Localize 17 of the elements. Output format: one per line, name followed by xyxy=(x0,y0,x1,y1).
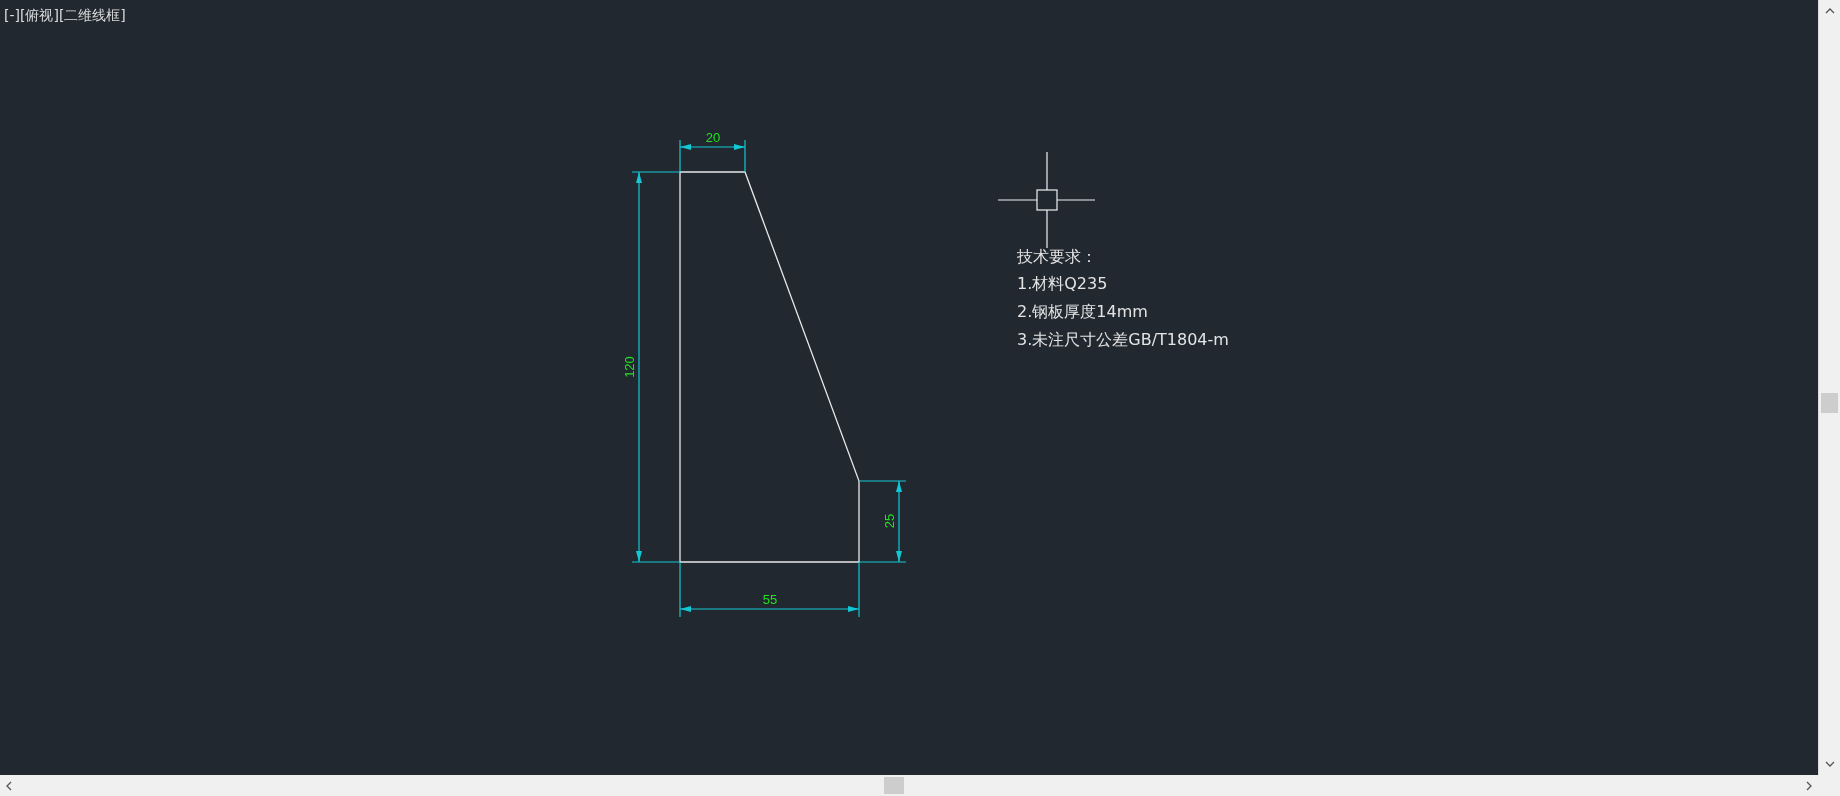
crosshair-cursor-icon xyxy=(997,151,1096,249)
dimension-text: 20 xyxy=(705,130,721,145)
scrollbar-thumb[interactable] xyxy=(1821,392,1838,413)
scrollbar-thumb[interactable] xyxy=(884,777,904,794)
viewport-label[interactable]: [-][俯视][二维线框] xyxy=(4,7,126,23)
dimension-text: 55 xyxy=(762,592,778,607)
scroll-right-icon[interactable] xyxy=(1806,780,1812,791)
dimension-text: 25 xyxy=(882,513,897,529)
note-line: 3.未注尺寸公差GB/T1804-m xyxy=(1017,330,1229,349)
note-line: 2.钢板厚度14mm xyxy=(1017,302,1148,321)
vertical-scrollbar[interactable] xyxy=(1818,0,1840,775)
scroll-up-icon[interactable] xyxy=(1824,8,1835,14)
note-line: 1.材料Q235 xyxy=(1017,274,1108,293)
scroll-left-icon[interactable] xyxy=(6,780,12,791)
dimension-text: 120 xyxy=(622,356,637,378)
notes-title: 技术要求： xyxy=(1017,247,1097,266)
scroll-down-icon[interactable] xyxy=(1824,761,1835,767)
